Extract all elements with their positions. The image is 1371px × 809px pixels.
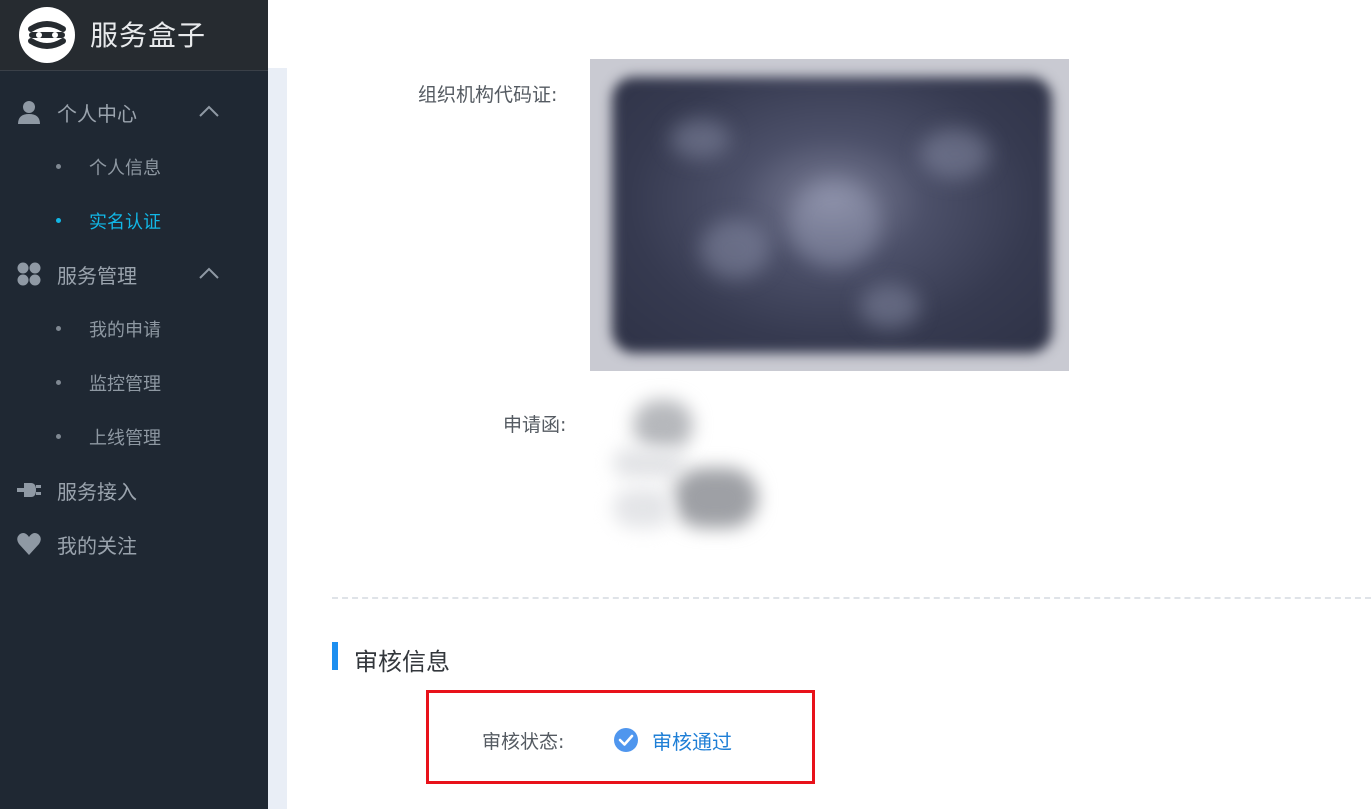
content-gutter [268, 68, 287, 809]
review-status-value: 审核通过 [652, 730, 732, 754]
sidebar-item-label: 我的申请 [89, 320, 161, 341]
section-accent-bar [332, 642, 338, 670]
menu-group-label: 服务管理 [57, 264, 137, 288]
menu-group-my-follows[interactable]: 我的关注 [0, 518, 268, 572]
blur-highlight [860, 284, 920, 329]
user-icon [18, 101, 40, 124]
application-letter-image[interactable] [593, 378, 783, 558]
blur-highlight [700, 219, 770, 279]
check-circle-icon [614, 728, 638, 752]
chevron-up-icon[interactable] [198, 103, 220, 119]
logo-icon [19, 7, 75, 63]
blur-highlight [670, 119, 730, 159]
chevron-up-icon[interactable] [198, 265, 220, 281]
sidebar-item-release-management[interactable]: 上线管理 [0, 410, 268, 464]
menu-group-personal-center[interactable]: 个人中心 [0, 86, 268, 140]
sidebar: 服务盒子 个人中心 个人信息 实名认证 服务管理 我的申请 监控管理 上线管理 … [0, 0, 268, 809]
sidebar-item-monitoring[interactable]: 监控管理 [0, 356, 268, 410]
menu-group-label: 我的关注 [57, 534, 137, 558]
blur-blob [613, 448, 683, 478]
review-section-title: 审核信息 [354, 648, 450, 676]
review-status-label: 审核状态: [482, 731, 565, 753]
sidebar-item-label: 个人信息 [89, 158, 161, 179]
menu-group-service-management[interactable]: 服务管理 [0, 248, 268, 302]
sidebar-item-my-applications[interactable]: 我的申请 [0, 302, 268, 356]
blur-highlight [920, 129, 990, 179]
menu-group-label: 服务接入 [57, 480, 137, 504]
menu-group-service-access[interactable]: 服务接入 [0, 464, 268, 518]
menu-group-label: 个人中心 [57, 102, 137, 126]
heart-icon [17, 533, 41, 555]
blur-blob [633, 400, 693, 450]
sidebar-item-personal-info[interactable]: 个人信息 [0, 140, 268, 194]
bullet-dot [56, 218, 61, 223]
blur-blob [613, 488, 673, 528]
app-title: 服务盒子 [90, 19, 207, 52]
plug-icon [17, 483, 41, 497]
sidebar-item-label: 实名认证 [89, 212, 161, 233]
sidebar-item-real-name-auth[interactable]: 实名认证 [0, 194, 268, 248]
sidebar-item-label: 监控管理 [89, 374, 161, 395]
bullet-dot [56, 164, 61, 169]
grid-icon [17, 262, 41, 286]
org-code-certificate-image[interactable] [590, 59, 1069, 371]
org-code-label: 组织机构代码证: [418, 84, 558, 106]
blur-highlight [790, 179, 880, 269]
section-divider [332, 597, 1371, 599]
sidebar-item-label: 上线管理 [89, 428, 161, 449]
blur-blob [673, 468, 758, 528]
logo-bar: 服务盒子 [0, 0, 268, 71]
bullet-dot [56, 380, 61, 385]
application-letter-label: 申请函: [503, 414, 567, 436]
bullet-dot [56, 434, 61, 439]
bullet-dot [56, 326, 61, 331]
